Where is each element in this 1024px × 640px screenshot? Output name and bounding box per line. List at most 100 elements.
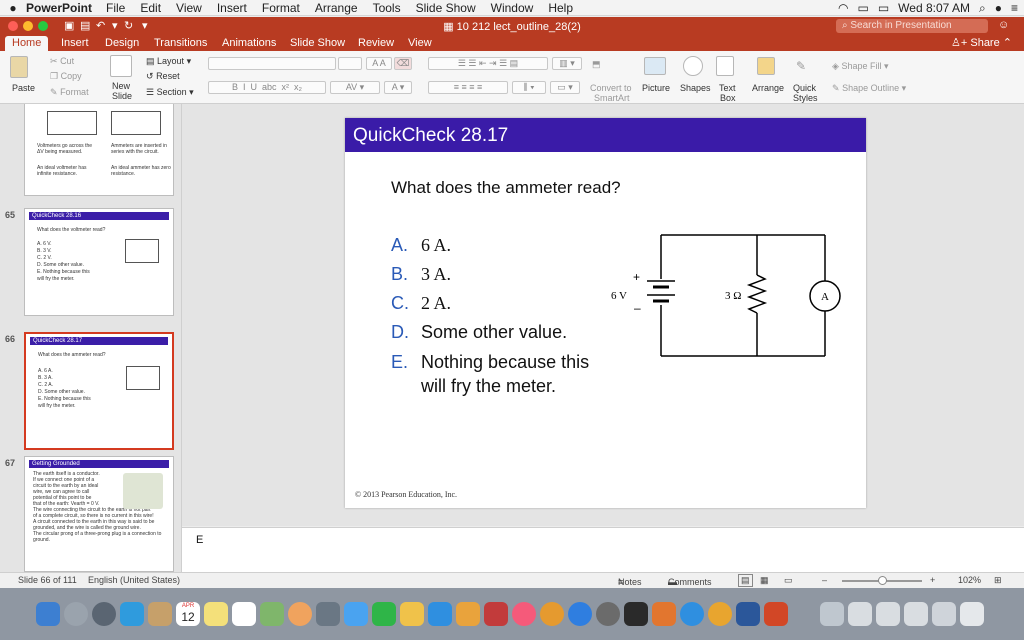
airplay-icon[interactable]: ▭ [857, 1, 868, 15]
zoom-out-button[interactable]: – [822, 575, 827, 585]
photos-icon[interactable] [288, 602, 312, 626]
tab-slide-show[interactable]: Slide Show [290, 37, 345, 49]
format-painter-button[interactable]: ✎ Format [50, 87, 89, 98]
speaker-notes-pane[interactable]: E [182, 527, 1024, 572]
layout-button[interactable]: ▤ Layout ▾ [146, 56, 191, 67]
document-stack-icon[interactable] [848, 602, 872, 626]
menu-window[interactable]: Window [491, 1, 534, 15]
menu-edit[interactable]: Edit [140, 1, 161, 15]
fit-to-window-icon[interactable]: ⊞ [994, 575, 1002, 586]
dictionary-icon[interactable] [484, 602, 508, 626]
tab-insert[interactable]: Insert [61, 37, 89, 49]
user-icon[interactable]: ● [995, 1, 1002, 15]
keynote-icon[interactable] [456, 602, 480, 626]
tab-review[interactable]: Review [358, 37, 394, 49]
answer-a[interactable]: A. 6 A. [391, 235, 451, 256]
picture-button[interactable]: Picture [642, 83, 670, 93]
finder-icon[interactable] [36, 602, 60, 626]
tab-home[interactable]: Home [5, 36, 49, 51]
character-spacing-dropdown[interactable]: AV ▾ [330, 81, 380, 94]
convert-smartart-label-2[interactable]: SmartArt [594, 93, 630, 103]
safari-icon[interactable] [120, 602, 144, 626]
text-box-icon[interactable] [716, 56, 734, 76]
slide-thumbnail-65[interactable]: QuickCheck 28.16 What does the voltmeter… [24, 208, 174, 316]
tab-animations[interactable]: Animations [222, 37, 276, 49]
system-preferences-icon[interactable] [596, 602, 620, 626]
picture-icon[interactable] [644, 57, 666, 75]
powerpoint-icon[interactable] [764, 602, 788, 626]
facetime-video-icon[interactable] [372, 602, 396, 626]
cut-button[interactable]: ✂ Cut [50, 56, 74, 67]
app-menu[interactable]: PowerPoint [26, 1, 92, 15]
answer-e[interactable]: E. Nothing because this [391, 352, 589, 373]
tab-view[interactable]: View [408, 37, 432, 49]
reset-button[interactable]: ↺ Reset [146, 71, 180, 82]
menu-slide-show[interactable]: Slide Show [416, 1, 476, 15]
menu-help[interactable]: Help [548, 1, 573, 15]
maps-icon[interactable] [260, 602, 284, 626]
clock[interactable]: Wed 8:07 AM [898, 1, 970, 15]
normal-view-icon[interactable]: ▤ [738, 574, 753, 587]
slide-thumbnail-64[interactable]: Voltmeters go across the ΔV being measur… [24, 104, 174, 196]
font-name-dropdown[interactable] [208, 57, 336, 70]
zoom-slider-thumb[interactable] [878, 576, 887, 585]
list-buttons[interactable]: ☰ ☰ ⇤ ⇥ ☰ ▤ [428, 57, 548, 70]
shape-fill-button[interactable]: ◈ Shape Fill ▾ [832, 61, 889, 72]
battery-icon[interactable]: ▭ [878, 1, 889, 15]
menu-insert[interactable]: Insert [217, 1, 247, 15]
columns-dropdown[interactable]: ▥ ▾ [552, 57, 582, 70]
speaker-notes-text[interactable]: E [196, 534, 203, 546]
numbers-icon[interactable] [428, 602, 452, 626]
menu-file[interactable]: File [106, 1, 125, 15]
siri-icon[interactable] [64, 602, 88, 626]
text-box-label-2[interactable]: Box [720, 93, 736, 103]
text-direction-dropdown[interactable]: ⫼ ▾ [512, 81, 546, 94]
smartart-icon[interactable]: ⬒ [592, 59, 601, 70]
quick-styles-label-2[interactable]: Styles [793, 93, 818, 103]
new-slide-label-2[interactable]: Slide [112, 91, 132, 101]
ibooks-icon[interactable] [540, 602, 564, 626]
paste-icon[interactable] [10, 56, 28, 78]
zoom-in-button[interactable]: + [930, 575, 935, 585]
paste-button[interactable]: Paste [12, 83, 35, 93]
facetime-icon[interactable] [344, 602, 368, 626]
font-size-grow-shrink[interactable]: A A [366, 57, 392, 70]
language-indicator[interactable]: English (United States) [88, 575, 180, 585]
slide-thumbnail-66-selected[interactable]: QuickCheck 28.17 What does the ammeter r… [24, 332, 174, 450]
convert-smartart-label-1[interactable]: Convert to [590, 83, 632, 93]
quick-styles-label-1[interactable]: Quick [793, 83, 816, 93]
file-stack-icon[interactable] [904, 602, 928, 626]
zoom-level[interactable]: 102% [958, 575, 981, 585]
menu-arrange[interactable]: Arrange [315, 1, 358, 15]
reading-view-icon[interactable]: ▭ [784, 575, 793, 586]
alignment-buttons[interactable]: ≡ ≡ ≡ ≡ [428, 81, 508, 94]
calendar-icon[interactable]: APR 12 [176, 602, 200, 626]
search-presentation-input[interactable]: ⌕ Search in Presentation [836, 19, 988, 33]
answer-c[interactable]: C. 2 A. [391, 293, 451, 314]
answer-d[interactable]: D. Some other value. [391, 322, 567, 343]
align-text-dropdown[interactable]: ▭ ▾ [550, 81, 580, 94]
slide-thumbnail-67[interactable]: Getting Grounded The earth itself is a c… [24, 456, 174, 572]
shapes-icon[interactable] [683, 56, 703, 76]
new-slide-label-1[interactable]: New [112, 81, 130, 91]
quick-styles-icon[interactable]: ✎ [796, 59, 806, 73]
slide-title[interactable]: QuickCheck 28.17 [353, 125, 508, 147]
zoom-slider[interactable] [842, 576, 922, 585]
chrome-icon[interactable] [708, 602, 732, 626]
apple-menu-icon[interactable]: ● [0, 1, 26, 15]
preview-icon[interactable] [400, 602, 424, 626]
notification-center-icon[interactable]: ≡ [1011, 1, 1018, 15]
copy-button[interactable]: ❐ Copy [50, 71, 82, 82]
itunes-icon[interactable] [512, 602, 536, 626]
menu-format[interactable]: Format [262, 1, 300, 15]
arrange-button[interactable]: Arrange [752, 83, 784, 93]
circuit-diagram[interactable]: A 6 V + – 3 Ω [595, 223, 855, 363]
word-icon[interactable] [736, 602, 760, 626]
menu-tools[interactable]: Tools [373, 1, 401, 15]
spotlight-icon[interactable]: ⌕ [979, 1, 986, 16]
font-style-buttons[interactable]: B I U abc x² x₂ [208, 81, 326, 94]
tab-design[interactable]: Design [105, 37, 139, 49]
safari-compass-icon[interactable] [680, 602, 704, 626]
font-size-dropdown[interactable] [338, 57, 362, 70]
current-slide[interactable]: QuickCheck 28.17 What does the ammeter r… [345, 118, 866, 508]
